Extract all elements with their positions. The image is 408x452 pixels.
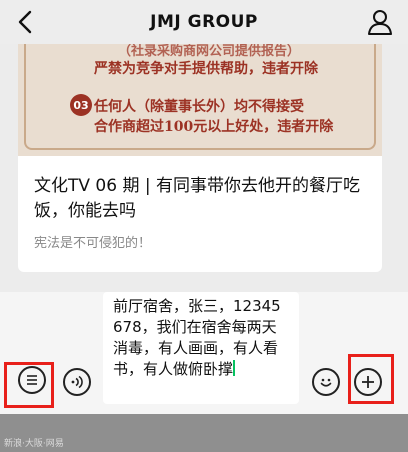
banner-line: 严禁为竞争对手提供帮助，违者开除	[94, 61, 318, 77]
banner-line: 任何人（除董事长外）均不得接受	[94, 99, 304, 115]
highlight-box-menu	[4, 362, 54, 408]
article-card[interactable]: （社录采购商网公司提供报告） 严禁为竞争对手提供帮助，违者开除 03 任何人（除…	[18, 44, 382, 272]
voice-icon	[71, 375, 83, 389]
text-caret	[233, 360, 236, 376]
message-input-bar: 前厅宿舍，张三，12345678，我们在宿舍每两天消毒，有人画画，有人看书，有人…	[0, 292, 408, 414]
person-icon[interactable]	[366, 8, 394, 36]
message-input-text: 前厅宿舍，张三，12345678，我们在宿舍每两天消毒，有人画画，有人看书，有人…	[113, 297, 281, 378]
top-nav-bar: JMJ GROUP	[0, 0, 408, 44]
keyboard-area-strip: 新浪·大阪·网易	[0, 414, 408, 452]
smiley-icon	[320, 378, 332, 387]
chat-area[interactable]: （社录采购商网公司提供报告） 严禁为竞争对手提供帮助，违者开除 03 任何人（除…	[0, 44, 408, 292]
voice-button[interactable]	[63, 368, 91, 396]
article-cover-image: （社录采购商网公司提供报告） 严禁为竞争对手提供帮助，违者开除 03 任何人（除…	[18, 44, 382, 156]
chevron-left-icon[interactable]	[14, 8, 38, 36]
message-input[interactable]: 前厅宿舍，张三，12345678，我们在宿舍每两天消毒，有人画画，有人看书，有人…	[103, 292, 299, 404]
banner-line: 合作商超过100元以上好处，违者开除	[94, 119, 334, 135]
article-description: 宪法是不可侵犯的！	[34, 236, 152, 251]
banner-line: （社录采购商网公司提供报告）	[118, 44, 301, 59]
article-title: 文化TV 06 期 | 有同事带你去他开的餐厅吃饭，你能去吗	[34, 176, 360, 221]
banner-number-badge: 03	[70, 94, 92, 116]
watermark: 新浪·大阪·网易	[4, 439, 64, 449]
emoji-button[interactable]	[312, 368, 340, 396]
highlight-box-plus	[348, 354, 394, 404]
page-title: JMJ GROUP	[150, 12, 258, 32]
